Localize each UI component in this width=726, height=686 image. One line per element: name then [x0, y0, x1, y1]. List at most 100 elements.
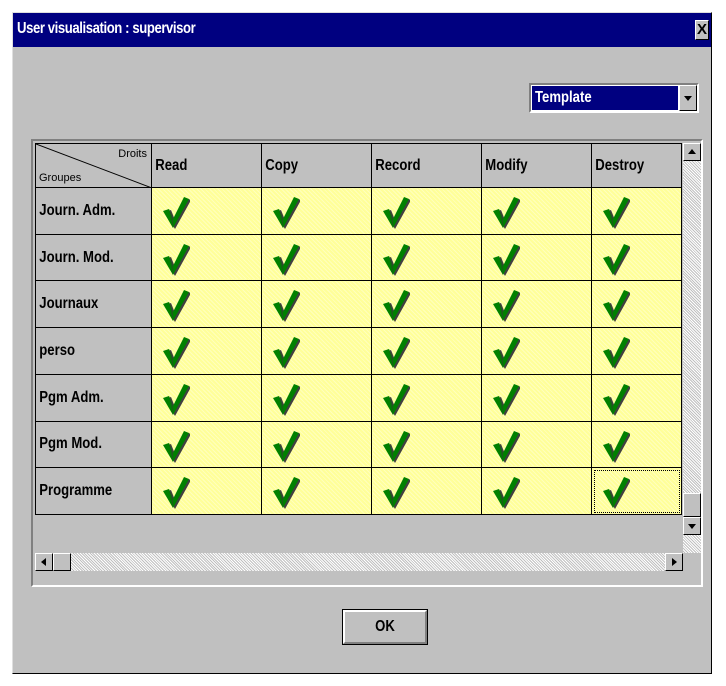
chevron-down-icon[interactable]	[679, 85, 697, 111]
droits-label: Droits	[118, 148, 147, 160]
scroll-right-icon[interactable]	[665, 553, 683, 571]
rights-cell[interactable]	[481, 233, 592, 282]
ok-button[interactable]: OK	[342, 609, 428, 645]
row-header[interactable]: perso	[35, 327, 152, 375]
row-header[interactable]: Journaux	[35, 280, 152, 329]
checkmark-icon	[600, 475, 631, 514]
rights-cell[interactable]	[371, 467, 482, 515]
checkmark-icon	[380, 195, 411, 234]
rights-cell[interactable]	[591, 280, 682, 329]
column-header-modify[interactable]: Modify	[481, 143, 592, 188]
checkmark-icon	[270, 429, 301, 468]
rights-cell[interactable]	[481, 420, 592, 469]
checkmark-icon	[490, 382, 521, 421]
scroll-down-icon[interactable]	[683, 517, 701, 535]
scroll-left-icon[interactable]	[35, 553, 53, 571]
checkmark-icon	[380, 475, 411, 514]
vertical-scroll-thumb[interactable]	[683, 493, 701, 517]
rights-cell[interactable]	[591, 233, 682, 282]
rights-cell[interactable]	[591, 373, 682, 422]
checkmark-icon	[600, 195, 631, 234]
row-header[interactable]: Journ. Mod.	[35, 233, 152, 282]
rights-cell[interactable]	[151, 373, 262, 422]
rights-cell[interactable]	[261, 373, 372, 422]
groupes-label: Groupes	[39, 172, 82, 184]
rights-cell[interactable]	[261, 187, 372, 235]
rights-cell[interactable]	[371, 187, 482, 235]
checkmark-icon	[490, 475, 521, 514]
rights-cell[interactable]	[151, 233, 262, 282]
rights-cell[interactable]	[371, 233, 482, 282]
title-bar[interactable]: User visualisation : supervisor X	[13, 13, 711, 47]
template-dropdown-value: Template	[532, 86, 678, 110]
rights-cell[interactable]	[591, 327, 682, 375]
checkmark-icon	[270, 288, 301, 327]
rights-cell[interactable]	[261, 233, 372, 282]
checkmark-icon	[380, 288, 411, 327]
rights-cell[interactable]	[261, 420, 372, 469]
horizontal-scrollbar[interactable]	[35, 553, 683, 571]
rights-cell[interactable]	[261, 280, 372, 329]
close-button[interactable]: X	[695, 20, 709, 40]
row-header[interactable]: Pgm Adm.	[35, 373, 152, 422]
rights-cell[interactable]	[371, 420, 482, 469]
column-header-read[interactable]: Read	[151, 143, 262, 188]
column-header-copy[interactable]: Copy	[261, 143, 372, 188]
horizontal-scroll-thumb[interactable]	[53, 553, 71, 571]
checkmark-icon	[380, 335, 411, 374]
checkmark-icon	[490, 242, 521, 281]
rights-cell[interactable]	[481, 187, 592, 235]
checkmark-icon	[490, 429, 521, 468]
table-row: Journ. Mod.	[35, 233, 682, 282]
checkmark-icon	[380, 429, 411, 468]
grid-corner-header: Droits Groupes	[35, 143, 152, 188]
checkmark-icon	[380, 242, 411, 281]
column-header-destroy[interactable]: Destroy	[591, 143, 682, 188]
checkmark-icon	[160, 335, 191, 374]
table-row: perso	[35, 327, 682, 375]
rights-cell[interactable]	[151, 327, 262, 375]
checkmark-icon	[160, 195, 191, 234]
rights-cell[interactable]	[481, 327, 592, 375]
vertical-scrollbar[interactable]	[683, 143, 701, 553]
rights-cell[interactable]	[261, 467, 372, 515]
checkmark-icon	[270, 335, 301, 374]
rights-grid: Droits Groupes Read Copy Record Modify D…	[31, 139, 703, 587]
checkmark-icon	[600, 288, 631, 327]
rights-cell[interactable]	[371, 373, 482, 422]
table-row: Journ. Adm.	[35, 187, 682, 235]
rights-cell[interactable]	[481, 373, 592, 422]
rights-cell[interactable]	[151, 280, 262, 329]
checkmark-icon	[160, 475, 191, 514]
checkmark-icon	[490, 195, 521, 234]
row-header[interactable]: Journ. Adm.	[35, 187, 152, 235]
checkmark-icon	[160, 288, 191, 327]
rights-cell[interactable]	[261, 327, 372, 375]
rights-cell[interactable]	[591, 187, 682, 235]
rights-cell[interactable]	[151, 187, 262, 235]
rights-cell[interactable]	[481, 280, 592, 329]
rights-cell[interactable]	[151, 420, 262, 469]
rights-cell[interactable]	[371, 327, 482, 375]
rights-cell[interactable]	[591, 420, 682, 469]
checkmark-icon	[270, 195, 301, 234]
rights-cell[interactable]	[591, 467, 682, 515]
row-header[interactable]: Pgm Mod.	[35, 420, 152, 469]
column-header-record[interactable]: Record	[371, 143, 482, 188]
table-row: Journaux	[35, 280, 682, 329]
rights-cell[interactable]	[481, 467, 592, 515]
template-dropdown[interactable]: Template	[529, 83, 699, 113]
scroll-up-icon[interactable]	[683, 143, 701, 161]
ok-button-label: OK	[375, 618, 395, 635]
checkmark-icon	[490, 288, 521, 327]
rights-cell[interactable]	[151, 467, 262, 515]
table-row: Programme	[35, 467, 682, 515]
grid-empty-area	[35, 515, 683, 553]
checkmark-icon	[270, 382, 301, 421]
checkmark-icon	[600, 429, 631, 468]
row-header[interactable]: Programme	[35, 467, 152, 515]
rights-cell[interactable]	[371, 280, 482, 329]
rights-table: Droits Groupes Read Copy Record Modify D…	[35, 143, 682, 515]
checkmark-icon	[160, 429, 191, 468]
checkmark-icon	[160, 242, 191, 281]
